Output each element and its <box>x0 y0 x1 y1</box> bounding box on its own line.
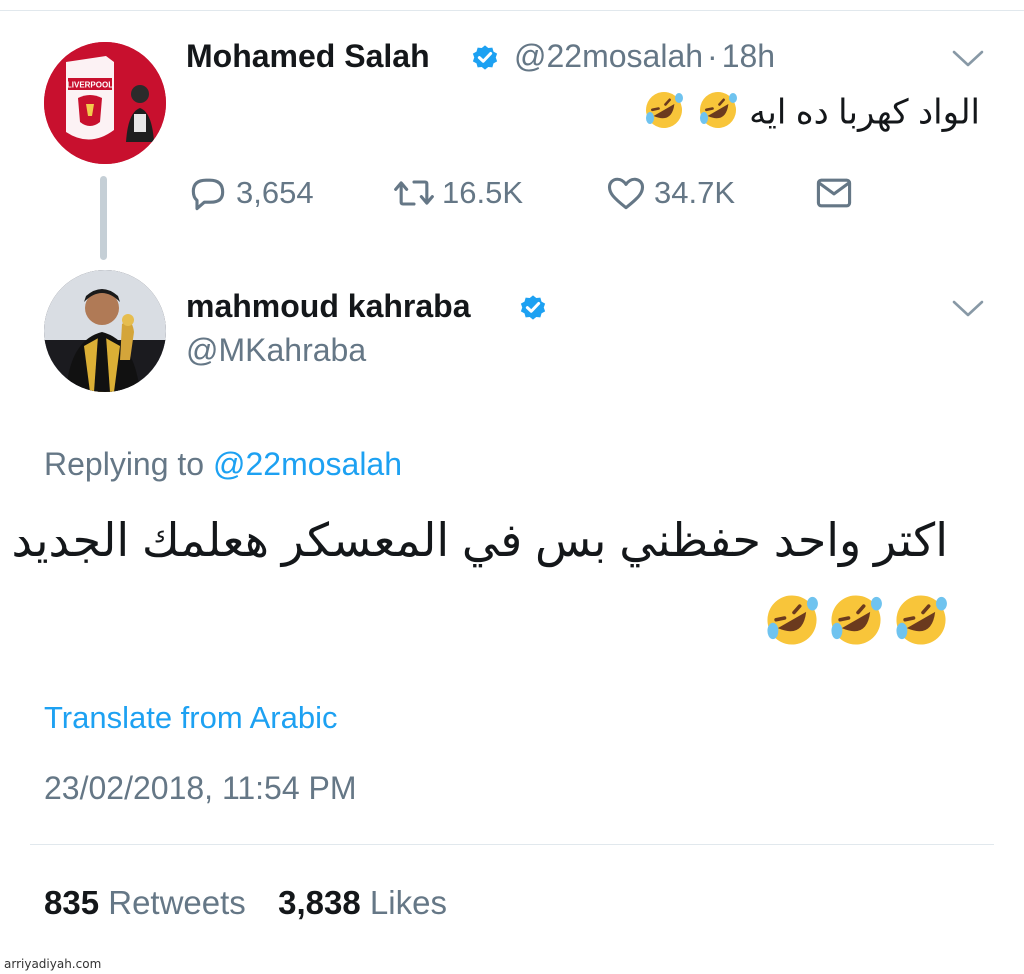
verified-badge-icon <box>520 295 546 320</box>
likes-count: 3,838 <box>278 884 361 921</box>
reply-tweet-emojis <box>762 590 951 655</box>
avatar-mohamed-salah[interactable]: LIVERPOOL <box>44 42 166 164</box>
rofl-emoji <box>696 88 740 141</box>
tweet-stats: 835 Retweets 3,838 Likes <box>44 884 447 922</box>
profile-photo-image <box>44 270 166 392</box>
likes-label: Likes <box>369 884 447 921</box>
direct-message-button[interactable] <box>812 170 856 216</box>
reply-author-name[interactable]: mahmoud kahraba <box>186 288 471 325</box>
crest-text: LIVERPOOL <box>67 81 113 90</box>
tweet-timestamp[interactable]: 23/02/2018, 11:54 PM <box>44 770 357 807</box>
rofl-emoji <box>891 590 951 655</box>
like-count: 34.7K <box>654 175 736 210</box>
watermark: arriyadiyah.com <box>4 957 102 971</box>
retweets-stat[interactable]: 835 Retweets <box>44 884 246 921</box>
chevron-down-icon[interactable] <box>951 48 985 70</box>
likes-stat[interactable]: 3,838 Likes <box>278 884 447 921</box>
retweet-icon <box>394 180 434 206</box>
parent-tweet-text-body: الواد كهربا ده ايه <box>749 93 980 132</box>
translate-link[interactable]: Translate from Arabic <box>44 700 337 736</box>
parent-handle[interactable]: @22mosalah <box>514 38 703 74</box>
retweets-count: 835 <box>44 884 100 921</box>
rofl-emoji <box>642 88 686 141</box>
reply-icon <box>191 178 225 211</box>
parent-time-ago[interactable]: 18h <box>722 38 775 74</box>
rofl-emoji <box>826 590 886 655</box>
reply-tweet-text: اكتر واحد حفظني بس في المعسكر هعلمك الجد… <box>11 514 948 566</box>
top-divider <box>0 10 1024 11</box>
verified-badge-icon <box>472 45 498 70</box>
reply-handle[interactable]: @MKahraba <box>186 332 366 369</box>
rofl-emoji <box>762 590 822 655</box>
thread-connector-line <box>100 176 107 260</box>
handle-separator: · <box>707 38 718 74</box>
parent-author-name[interactable]: Mohamed Salah <box>186 38 430 75</box>
retweet-count: 16.5K <box>442 175 524 210</box>
reply-count: 3,654 <box>236 175 314 210</box>
retweets-label: Retweets <box>108 884 246 921</box>
replying-to-label: Replying to <box>44 446 205 482</box>
like-button[interactable]: 34.7K <box>604 170 735 216</box>
parent-tweet-text: الواد كهربا ده ايه <box>642 88 980 141</box>
replying-to-mention-link[interactable]: @22mosalah <box>213 446 402 482</box>
retweet-button[interactable]: 16.5K <box>392 170 523 216</box>
avatar-mahmoud-kahraba[interactable] <box>44 270 166 392</box>
replying-to-line: Replying to @22mosalah <box>44 446 402 483</box>
chevron-down-icon[interactable] <box>951 298 985 320</box>
envelope-icon <box>816 178 852 208</box>
liverpool-crest-avatar-image: LIVERPOOL <box>44 42 166 164</box>
heart-icon <box>607 177 645 210</box>
stats-divider <box>30 844 994 845</box>
reply-button[interactable]: 3,654 <box>186 170 314 216</box>
parent-tweet-actions: 3,654 16.5K 34.7K <box>186 170 906 216</box>
